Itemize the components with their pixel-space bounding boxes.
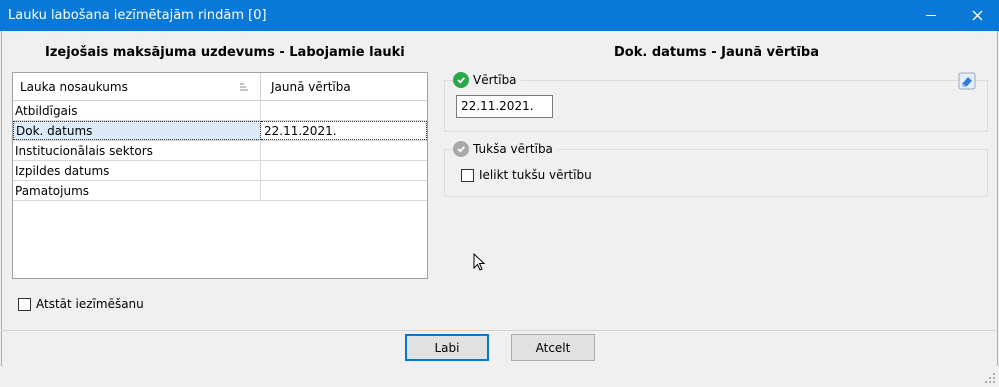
clear-value-button[interactable] (958, 72, 976, 90)
insert-empty-value-checkbox[interactable]: Ielikt tukšu vērtību (461, 168, 592, 182)
field-name-cell: Institucionālais sektors (13, 141, 261, 160)
grid-header: Lauka nosaukums Jaunā vērtība (13, 73, 427, 101)
new-value-cell[interactable] (261, 101, 427, 120)
insert-empty-value-checkbox-box[interactable] (461, 168, 474, 182)
minimize-icon (926, 15, 936, 16)
green-check-icon (453, 72, 469, 88)
close-icon (972, 10, 982, 21)
date-value-input[interactable]: 22.11.2021. (456, 95, 553, 118)
title-bar: Lauku labošana iezīmētajām rindām [0] (0, 0, 999, 31)
window-title: Lauku labošana iezīmētajām rindām [0] (8, 8, 267, 23)
gray-check-icon (453, 141, 469, 157)
ok-button[interactable]: Labi (405, 334, 489, 361)
resize-grip-icon[interactable] (984, 372, 996, 384)
sort-icon[interactable] (239, 82, 249, 92)
field-name-cell: Pamatojums (13, 181, 261, 200)
cancel-button[interactable]: Atcelt (511, 334, 595, 361)
new-value-cell[interactable] (261, 161, 427, 180)
value-group-label: Vērtība (473, 73, 517, 87)
fields-grid[interactable]: Lauka nosaukums Jaunā vērtība Atbildīgai… (12, 72, 428, 279)
table-row[interactable]: Institucionālais sektors (13, 141, 427, 161)
close-button[interactable] (954, 0, 999, 31)
empty-value-group-label: Tukša vērtība (473, 142, 553, 156)
table-row[interactable]: Pamatojums (13, 181, 427, 201)
insert-empty-value-label: Ielikt tukšu vērtību (479, 168, 592, 182)
keep-selection-checkbox[interactable]: Atstāt iezīmēšanu (18, 297, 144, 311)
field-name-cell: Dok. datums (13, 121, 261, 140)
value-group-header: Vērtība (453, 72, 521, 88)
new-value-cell[interactable] (261, 181, 427, 200)
mouse-cursor-icon (473, 253, 485, 271)
keep-selection-checkbox-box[interactable] (18, 297, 31, 311)
table-row[interactable]: Izpildes datums (13, 161, 427, 181)
table-row-selected[interactable]: Dok. datums 22.11.2021. (13, 121, 427, 141)
table-row[interactable]: Atbildīgais (13, 101, 427, 121)
keep-selection-label: Atstāt iezīmēšanu (36, 297, 144, 311)
footer-divider (1, 330, 998, 331)
column-header-field-name[interactable]: Lauka nosaukums (13, 73, 261, 101)
field-name-cell: Atbildīgais (13, 101, 261, 120)
empty-value-group-header: Tukša vērtība (453, 141, 557, 157)
left-panel-title: Izejošais maksājuma uzdevums - Labojamie… (45, 45, 405, 60)
eraser-icon (958, 72, 976, 90)
column-header-field-name-label: Lauka nosaukums (20, 80, 128, 94)
status-bar (1, 366, 998, 386)
field-name-cell: Izpildes datums (13, 161, 261, 180)
new-value-cell[interactable] (261, 141, 427, 160)
column-header-new-value-label: Jaunā vērtība (271, 80, 351, 94)
column-header-new-value[interactable]: Jaunā vērtība (261, 73, 427, 101)
minimize-button[interactable] (908, 0, 954, 31)
new-value-cell[interactable]: 22.11.2021. (261, 121, 427, 140)
right-panel-title: Dok. datums - Jaunā vērtība (614, 45, 819, 60)
